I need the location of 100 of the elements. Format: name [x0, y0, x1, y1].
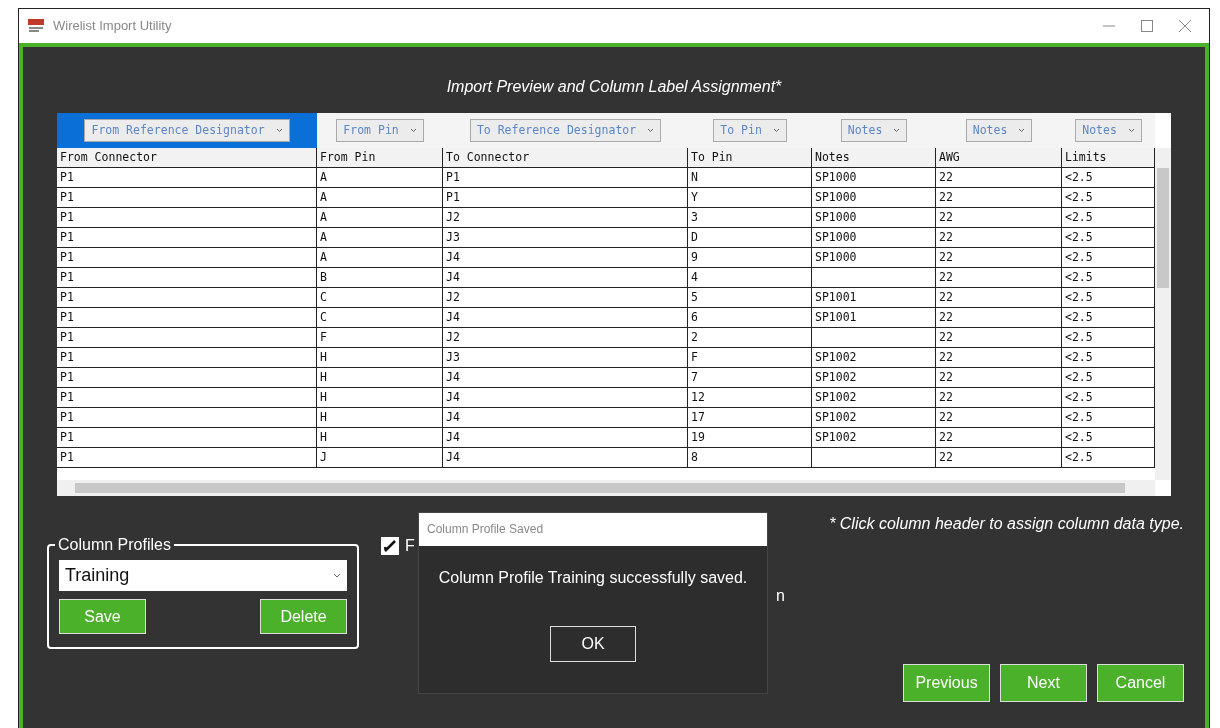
table-cell: P1 — [60, 230, 74, 244]
table-cell: 7 — [691, 370, 698, 384]
table-cell: <2.5 — [1065, 270, 1093, 284]
checkbox-label: F — [405, 536, 415, 556]
table-cell: SP1002 — [815, 430, 857, 444]
table-cell: P1 — [446, 190, 460, 204]
table-cell: 22 — [939, 230, 953, 244]
dialog-title: Column Profile Saved — [419, 513, 767, 546]
table-cell: H — [320, 410, 327, 424]
table-cell: C — [320, 290, 327, 304]
column-type-dropdown[interactable]: Notes — [1075, 118, 1142, 143]
previous-button[interactable]: Previous — [903, 664, 990, 702]
table-cell: P1 — [60, 330, 74, 344]
table-cell: P1 — [60, 390, 74, 404]
table-cell: SP1002 — [815, 370, 857, 384]
table-cell: A — [320, 210, 327, 224]
column-header[interactable]: From Connector — [60, 150, 157, 164]
table-cell: <2.5 — [1065, 450, 1093, 464]
table-cell: 22 — [939, 350, 953, 364]
table-cell: J4 — [446, 450, 460, 464]
window-title: Wirelist Import Utility — [53, 17, 172, 36]
caret-icon — [647, 127, 655, 133]
maximize-icon[interactable] — [1141, 20, 1153, 32]
table-cell: P1 — [446, 170, 460, 184]
table-cell: P1 — [60, 370, 74, 384]
table-cell: <2.5 — [1065, 370, 1093, 384]
column-header[interactable]: To Pin — [691, 150, 733, 164]
table-cell: <2.5 — [1065, 250, 1093, 264]
table-cell: A — [320, 250, 327, 264]
table-cell: SP1000 — [815, 210, 857, 224]
app-logo-icon — [27, 18, 45, 34]
table-cell: P1 — [60, 430, 74, 444]
table-cell: 4 — [691, 270, 698, 284]
table-cell: 5 — [691, 290, 698, 304]
table-cell: J2 — [446, 330, 460, 344]
table-cell: B — [320, 270, 327, 284]
table-cell: P1 — [60, 210, 74, 224]
caret-icon — [409, 127, 417, 133]
column-type-dropdown[interactable]: Notes — [840, 118, 908, 143]
table-cell: P1 — [60, 350, 74, 364]
table-cell: <2.5 — [1065, 390, 1093, 404]
table-cell: SP1000 — [815, 190, 857, 204]
table-cell: J4 — [446, 250, 460, 264]
table-cell: 22 — [939, 250, 953, 264]
ok-button[interactable]: OK — [550, 626, 636, 662]
table-cell: <2.5 — [1065, 210, 1093, 224]
table-cell: SP1000 — [815, 250, 857, 264]
table-cell: A — [320, 230, 327, 244]
profile-dropdown[interactable]: Training — [59, 560, 347, 591]
dialog-message: Column Profile Training successfully saved. — [438, 569, 748, 586]
caret-icon — [333, 572, 341, 579]
caret-icon — [893, 127, 901, 133]
table-cell: J — [320, 450, 327, 464]
table-cell: H — [320, 350, 327, 364]
column-header[interactable]: From Pin — [320, 150, 376, 164]
column-type-dropdown[interactable]: To Pin — [713, 118, 787, 143]
column-header[interactable]: Notes — [815, 150, 850, 164]
table-cell: <2.5 — [1065, 310, 1093, 324]
save-button[interactable]: Save — [59, 599, 146, 634]
table-cell: P1 — [60, 290, 74, 304]
table-cell: C — [320, 310, 327, 324]
table-cell: F — [320, 330, 327, 344]
table-cell: 22 — [939, 410, 953, 424]
caret-icon — [772, 127, 780, 133]
table-cell: P1 — [60, 410, 74, 424]
table-cell: J4 — [446, 270, 460, 284]
checkbox-label: n — [776, 586, 785, 606]
table-cell: N — [691, 170, 698, 184]
table-cell: P1 — [60, 270, 74, 284]
table-cell: 22 — [939, 170, 953, 184]
table-cell: A — [320, 190, 327, 204]
column-header[interactable]: AWG — [939, 150, 960, 164]
close-icon[interactable] — [1179, 20, 1191, 32]
table-cell: 22 — [939, 190, 953, 204]
column-type-dropdown[interactable]: Notes — [965, 118, 1033, 143]
table-cell: J3 — [446, 350, 460, 364]
table-cell: 22 — [939, 450, 953, 464]
table-cell: 8 — [691, 450, 698, 464]
table-cell: A — [320, 170, 327, 184]
column-header[interactable]: Limits — [1065, 150, 1107, 164]
column-type-dropdown[interactable]: From Pin — [336, 118, 424, 143]
hint-text: * Click column header to assign column data type. — [829, 514, 1184, 534]
next-button[interactable]: Next — [1000, 664, 1087, 702]
table-cell: J3 — [446, 230, 460, 244]
table-cell: 22 — [939, 210, 953, 224]
table-cell: 3 — [691, 210, 698, 224]
column-type-dropdown[interactable]: To Reference Designator — [469, 118, 662, 143]
column-type-dropdown[interactable]: From Reference Designator — [84, 118, 290, 143]
column-header[interactable]: To Connector — [446, 150, 530, 164]
table-cell: P1 — [60, 170, 74, 184]
horizontal-scrollbar[interactable] — [57, 480, 1155, 496]
table-cell: SP1002 — [815, 390, 857, 404]
caret-icon — [1127, 127, 1135, 133]
table-cell: P1 — [60, 190, 74, 204]
cancel-button[interactable]: Cancel — [1097, 664, 1184, 702]
table-cell: 9 — [691, 250, 698, 264]
delete-button[interactable]: Delete — [260, 599, 347, 634]
table-cell: 22 — [939, 290, 953, 304]
checkbox[interactable] — [381, 537, 399, 555]
table-cell: <2.5 — [1065, 290, 1093, 304]
